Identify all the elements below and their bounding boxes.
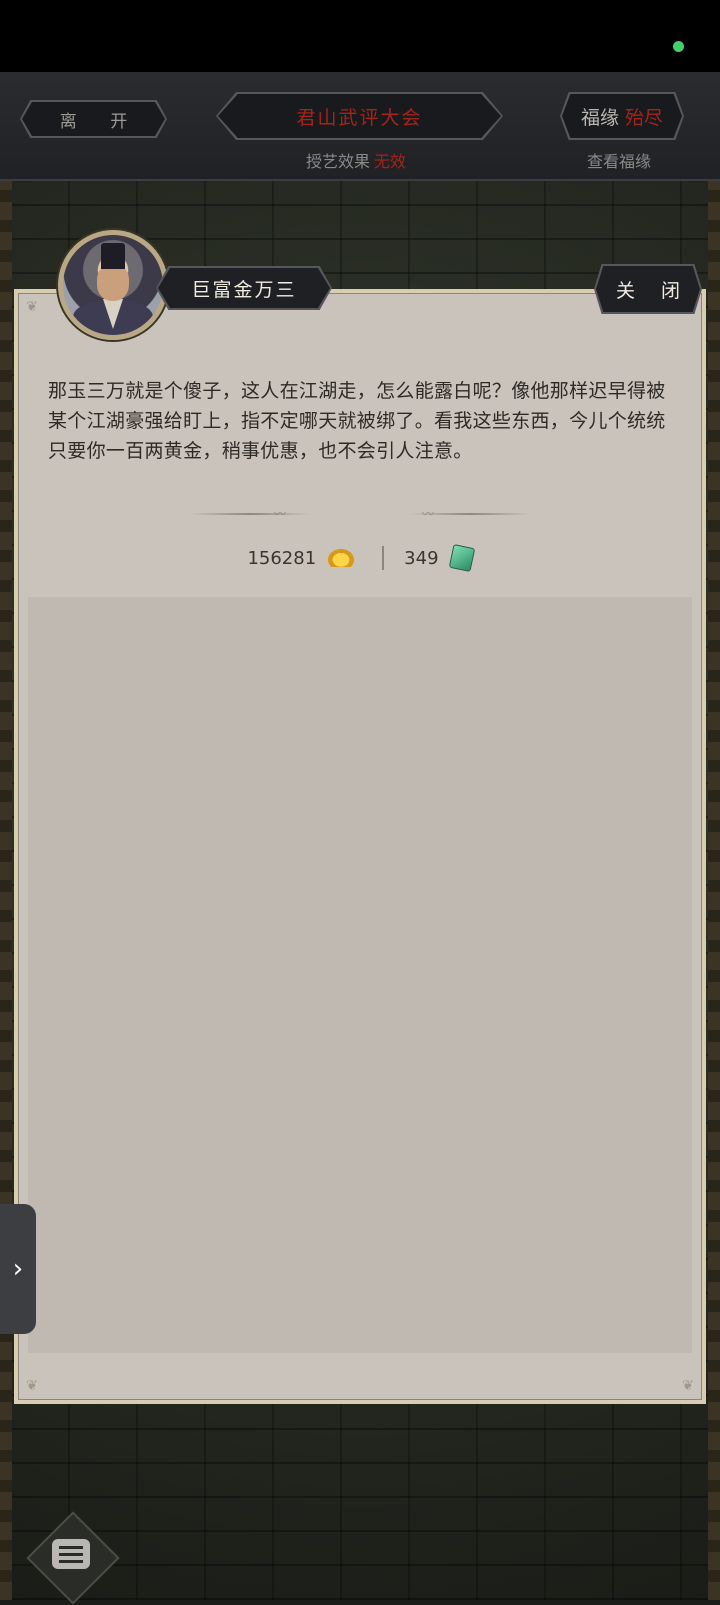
fortune-label: 福缘: [580, 106, 619, 129]
wall-border-left: [0, 181, 12, 1600]
currency-bar: 156281 349: [0, 543, 720, 573]
divider-left: [190, 513, 310, 515]
view-fortune-link[interactable]: 查看福缘: [587, 148, 651, 172]
gold-amount: 156281: [247, 547, 317, 569]
side-drawer-handle[interactable]: ›: [0, 1204, 36, 1334]
skill-effect: 授艺效果 无效: [306, 148, 406, 172]
npc-dialog-text: 那玉三万就是个傻子，这人在江湖走，怎么能露白呢？像他那样迟早得被某个江湖豪强给盯…: [48, 380, 666, 462]
top-bar: 离 开 君山武评大会 授艺效果 无效 福缘 殆尽 查看福缘: [0, 72, 720, 181]
currency-separator: [382, 546, 385, 570]
chat-bubble-icon[interactable]: [52, 1539, 90, 1569]
avatar-face: [97, 265, 129, 301]
corner-ornament-icon: ❦: [26, 1378, 38, 1394]
corner-ornament-icon: ❦: [26, 299, 38, 315]
wall-border-right: [708, 181, 720, 1600]
fortune-button[interactable]: 福缘 殆尽: [562, 94, 682, 138]
npc-avatar: [58, 230, 168, 340]
jade-token-icon: [448, 543, 475, 573]
fortune-value: 殆尽: [625, 106, 664, 129]
status-indicator-dot: [673, 41, 684, 52]
close-button[interactable]: 关 闭: [596, 266, 700, 312]
jade-amount: 349: [404, 547, 439, 569]
divider-flourish-icon: 〰: [274, 507, 287, 521]
skill-effect-value: 无效: [374, 152, 407, 171]
npc-name: 巨富金万三: [158, 268, 330, 308]
skill-effect-label: 授艺效果: [306, 152, 371, 171]
chevron-right-icon: ›: [12, 1254, 24, 1284]
item-list-area[interactable]: [28, 597, 692, 1353]
status-bar: [0, 0, 720, 72]
event-title: 君山武评大会: [218, 94, 501, 138]
leave-button[interactable]: 离 开: [22, 102, 165, 136]
gold-ingot-icon: [328, 549, 355, 567]
divider-right: [410, 513, 530, 515]
corner-ornament-icon: ❦: [682, 1378, 694, 1394]
avatar-hat: [101, 243, 125, 269]
